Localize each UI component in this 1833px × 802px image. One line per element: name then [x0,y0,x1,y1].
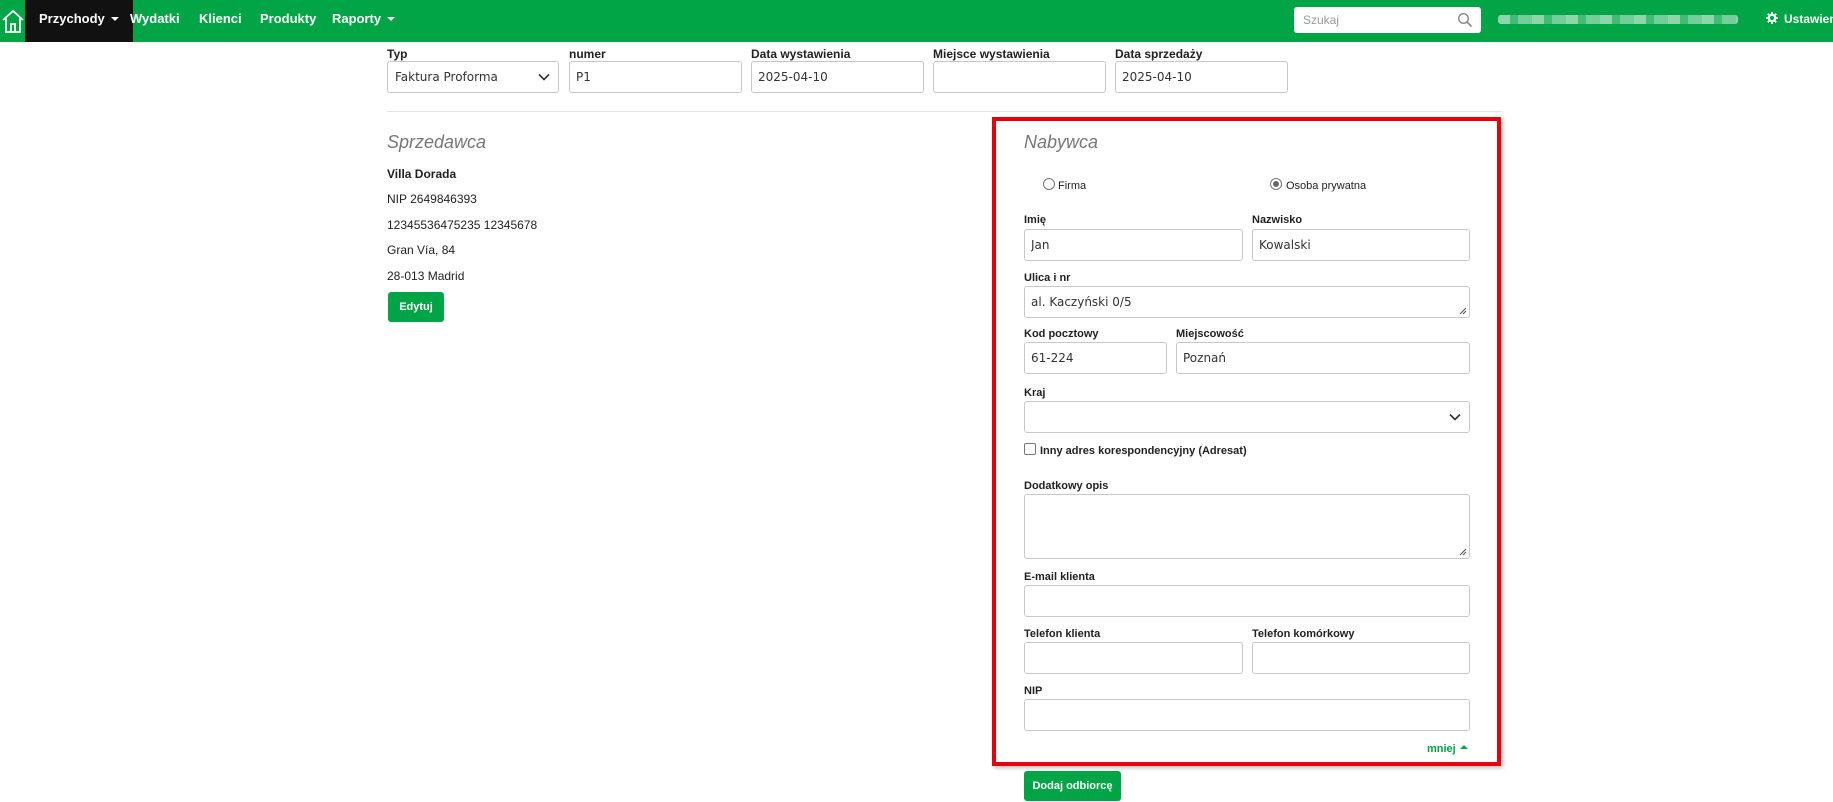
user-account-blurred[interactable] [1498,15,1738,24]
email-input[interactable] [1024,585,1470,617]
seller-city: 28-013 Madrid [387,269,465,283]
type-label: Typ [387,47,408,61]
last-name-label: Nazwisko [1252,214,1303,226]
nav-wydatki[interactable]: Wydatki [116,0,194,42]
chevron-down-icon [1449,413,1461,421]
add-recipient-button[interactable]: Dodaj odbiorcę [1024,771,1121,801]
mobile-input[interactable] [1252,642,1470,674]
nip-input[interactable] [1024,699,1470,731]
resize-handle-icon[interactable] [1458,306,1467,315]
first-name-input[interactable] [1024,229,1243,261]
edit-seller-button[interactable]: Edytuj [388,292,444,322]
radio-company-label[interactable]: Firma [1058,180,1086,192]
seller-street: Gran Vía, 84 [387,243,456,257]
issue-place-label: Miejsce wystawienia [933,47,1050,61]
caret-down-icon [387,16,396,21]
chevron-down-icon [538,73,550,81]
first-name-label: Imię [1024,214,1047,226]
seller-name: Villa Dorada [387,167,457,181]
sale-date-input[interactable] [1115,61,1288,93]
extra-desc-label: Dodatkowy opis [1024,480,1109,492]
type-select[interactable]: Faktura Proforma [387,61,559,93]
resize-handle-icon[interactable] [1458,547,1467,556]
email-label: E-mail klienta [1024,571,1095,583]
seller-title: Sprzedawca [387,132,487,152]
settings-button[interactable]: Ustawienia [1766,0,1833,38]
top-navbar: Przychody Wydatki Klienci Produkty Rapor… [0,0,1833,42]
phone-input[interactable] [1024,642,1243,674]
alt-address-checkbox[interactable] [1024,443,1036,455]
postal-input[interactable] [1024,342,1167,374]
home-icon[interactable] [0,0,25,42]
extra-desc-textarea[interactable] [1024,494,1470,559]
country-label: Kraj [1024,387,1046,399]
show-less-link[interactable]: mniej [1427,743,1468,755]
mobile-label: Telefon komórkowy [1252,628,1355,640]
issue-place-input[interactable] [933,61,1106,93]
street-label: Ulica i nr [1024,272,1071,284]
city-input[interactable] [1176,342,1470,374]
divider [387,111,1502,112]
postal-label: Kod pocztowy [1024,328,1099,340]
search-icon[interactable] [1457,12,1473,28]
seller-nip: NIP 2649846393 [387,192,477,206]
nav-raporty[interactable]: Raporty [318,0,409,42]
issue-date-input[interactable] [751,61,924,93]
radio-private-label[interactable]: Osoba prywatna [1286,180,1366,192]
street-textarea[interactable]: al. Kaczyński 0/5 [1024,286,1470,318]
seller-account: 12345536475235 12345678 [387,218,538,232]
phone-label: Telefon klienta [1024,628,1101,640]
search-input[interactable] [1294,7,1444,33]
buyer-title: Nabywca [1024,132,1099,152]
gear-icon [1766,12,1778,24]
number-label: numer [569,47,606,61]
last-name-input[interactable] [1252,229,1470,261]
number-input[interactable] [569,61,742,93]
caret-up-icon [1459,745,1468,750]
radio-private[interactable] [1270,178,1282,190]
country-select[interactable] [1024,401,1470,433]
city-label: Miejscowość [1176,328,1244,340]
issue-date-label: Data wystawienia [751,47,851,61]
radio-company[interactable] [1043,178,1055,190]
search-box [1294,7,1481,33]
nip-label: NIP [1024,685,1043,697]
alt-address-label[interactable]: Inny adres korespondencyjny (Adresat) [1040,445,1247,457]
sale-date-label: Data sprzedaży [1115,47,1203,61]
